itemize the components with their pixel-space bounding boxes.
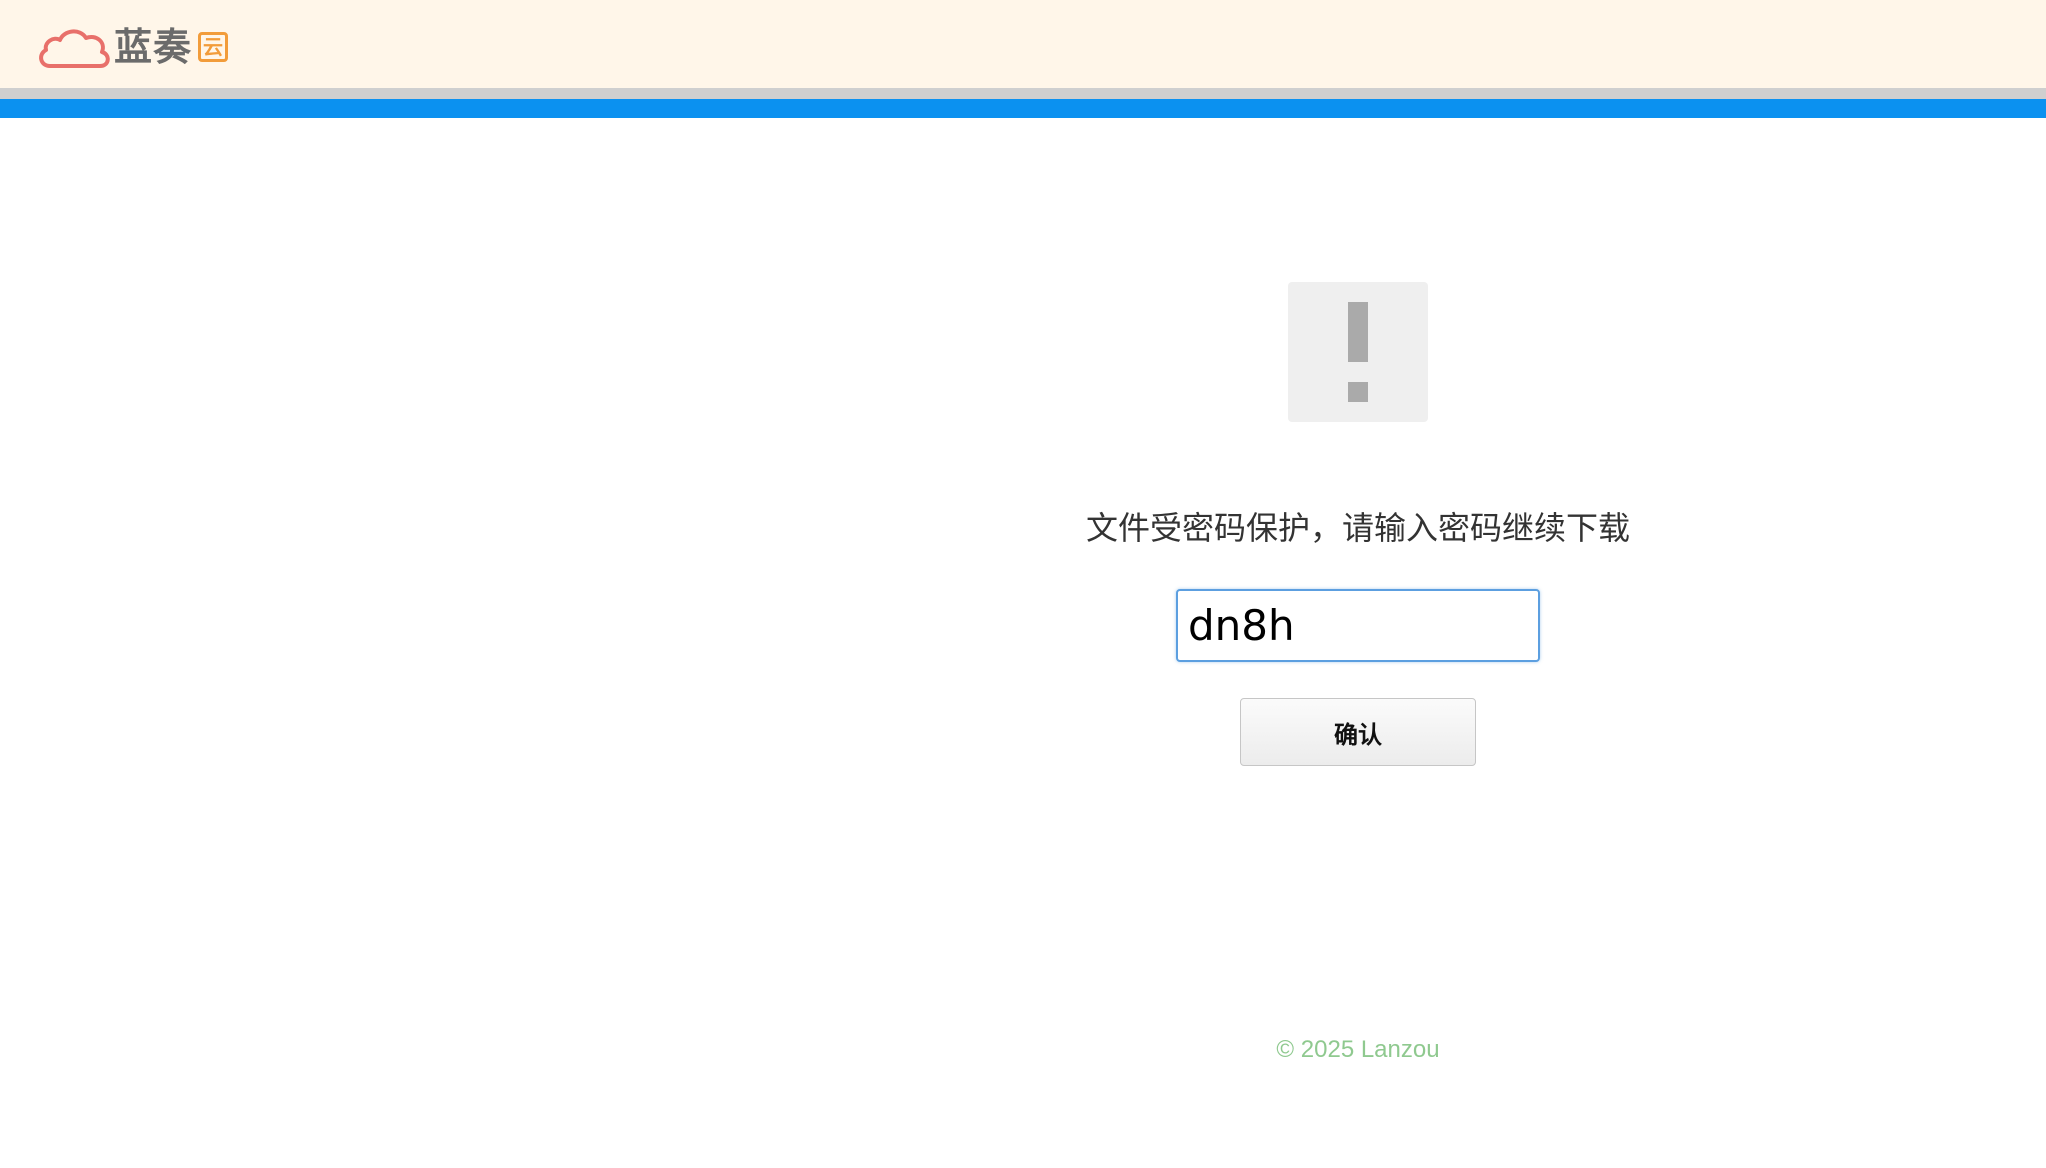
logo-text: 蓝奏	[114, 25, 193, 69]
password-prompt: 文件受密码保护，请输入密码继续下载	[1085, 509, 1630, 547]
accent-bar	[0, 99, 2046, 118]
exclamation-bar	[1348, 302, 1368, 362]
cloud-icon	[36, 22, 112, 72]
exclamation-icon	[1288, 282, 1428, 422]
exclamation-dot	[1348, 382, 1368, 402]
logo[interactable]: 蓝奏 云	[36, 22, 229, 72]
confirm-button[interactable]: 确认	[1240, 698, 1476, 766]
header-divider	[0, 88, 2046, 99]
header: 蓝奏 云	[0, 0, 2046, 88]
password-input[interactable]	[1176, 589, 1540, 662]
logo-badge: 云	[198, 32, 229, 62]
footer-copyright: © 2025 Lanzou	[1276, 1036, 1440, 1063]
